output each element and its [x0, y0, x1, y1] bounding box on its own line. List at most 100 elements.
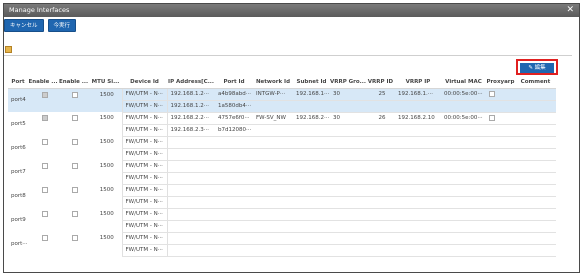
- column-header[interactable]: Device Id: [122, 76, 167, 89]
- comment-cell: [514, 160, 556, 173]
- vrrp-group-cell: [330, 136, 366, 149]
- enable-checkbox[interactable]: [72, 211, 78, 217]
- column-header[interactable]: IP Address[C...: [167, 76, 215, 89]
- comment-cell: [514, 88, 556, 101]
- proxyarp-checkbox[interactable]: [488, 90, 495, 97]
- device-id-cell: FW/UTM - N···: [121, 172, 168, 185]
- enable-checkbox[interactable]: [72, 187, 78, 193]
- vrrp-id-cell: [365, 208, 395, 221]
- vrrp-ip-cell: [394, 184, 441, 197]
- device-id-cell: FW/UTM - N···: [121, 88, 168, 101]
- column-header[interactable]: Proxyarp: [485, 76, 515, 89]
- device-id-cell: FW/UTM - N···: [121, 232, 168, 245]
- device-id-cell: FW/UTM - N···: [121, 184, 168, 197]
- ip-address-cell: 192.168.1.2···: [167, 88, 215, 101]
- enable-checkbox[interactable]: [41, 235, 48, 241]
- enable-cell: [28, 112, 58, 136]
- proxyarp-checkbox[interactable]: [488, 114, 495, 121]
- table-row[interactable]: port4 1500 FW/UTM - N··· 192.168.1.2··· a4b9…: [8, 88, 556, 112]
- enable-checkbox[interactable]: [72, 235, 78, 241]
- port-id-cell: [215, 208, 253, 221]
- column-header[interactable]: VRRP Gro...: [330, 76, 366, 89]
- virtual-mac-cell: [440, 160, 486, 173]
- device-id-cell: FW/UTM - N···: [121, 148, 168, 161]
- cancel-button[interactable]: キャンセル: [4, 19, 44, 32]
- enable-checkbox[interactable]: [41, 187, 48, 193]
- table-row[interactable]: port7 1500 FW/UTM - N···: [8, 160, 556, 175]
- virtual-mac-cell: [440, 232, 486, 245]
- virtual-mac-cell: [440, 148, 486, 161]
- enable-checkbox[interactable]: [41, 139, 48, 145]
- port-id-cell: [215, 148, 253, 161]
- comment-cell: [514, 208, 556, 221]
- edit-button[interactable]: ✎ 編集: [520, 63, 554, 73]
- proxyarp-cell: [485, 232, 515, 245]
- device-id-cell: FW/UTM - N···: [121, 100, 168, 113]
- close-icon[interactable]: ✕: [566, 4, 574, 17]
- vrrp-id-cell: [365, 220, 395, 233]
- vrrp-ip-cell: [394, 208, 441, 221]
- vrrp-group-cell: [330, 244, 366, 257]
- vrrp-ip-cell: [394, 232, 441, 245]
- table-row[interactable]: port5 1500 FW/UTM - N··· 192.168.2.2··· 4757…: [8, 112, 556, 127]
- column-header[interactable]: Network Id: [253, 76, 293, 89]
- enable-checkbox[interactable]: [72, 91, 78, 98]
- edit-pencil-icon[interactable]: [5, 46, 12, 53]
- vrrp-ip-cell: 192.168.1.···: [394, 88, 441, 101]
- network-id-cell: FW-SV_NW: [253, 112, 293, 125]
- vrrp-group-cell: [330, 124, 366, 137]
- enable-checkbox[interactable]: [41, 211, 48, 217]
- column-header[interactable]: Subnet Id: [293, 76, 330, 89]
- vrrp-id-cell: [365, 196, 395, 209]
- device-id-cell: FW/UTM - N···: [121, 244, 168, 257]
- interfaces-table: Port Enable ... Enable ... MTU Si... Device …: [8, 76, 556, 257]
- mtu-cell: 1500: [99, 235, 114, 241]
- proxyarp-cell: [485, 220, 515, 233]
- network-id-cell: [253, 124, 293, 137]
- vrrp-id-cell: [365, 136, 395, 149]
- vrrp-ip-cell: [394, 160, 441, 173]
- column-header[interactable]: VRRP IP: [394, 76, 441, 89]
- port-cell: port5: [11, 121, 26, 127]
- enable-cell: [28, 160, 58, 184]
- enable-cell: [28, 232, 58, 256]
- enable-checkbox[interactable]: [72, 139, 78, 145]
- port-id-cell: b7d12080···: [215, 124, 253, 137]
- vrrp-ip-cell: [394, 220, 441, 233]
- column-header[interactable]: Enable ...: [28, 76, 58, 89]
- column-header[interactable]: Port: [8, 76, 28, 89]
- enable-checkbox[interactable]: [41, 91, 48, 98]
- virtual-mac-cell: [440, 124, 486, 137]
- column-header[interactable]: Comment: [514, 76, 556, 89]
- subnet-id-cell: [293, 172, 330, 185]
- enable-checkbox[interactable]: [41, 163, 48, 169]
- table-row[interactable]: port6 1500 FW/UTM - N···: [8, 136, 556, 151]
- action-buttons: キャンセル 今実行: [4, 19, 77, 32]
- virtual-mac-cell: [440, 172, 486, 185]
- device-id-cell: FW/UTM - N···: [121, 124, 168, 137]
- enable-cell: [28, 136, 58, 160]
- subnet-id-cell: [293, 148, 330, 161]
- proxyarp-cell: [485, 196, 515, 209]
- enable-checkbox[interactable]: [72, 163, 78, 169]
- port-id-cell: [215, 232, 253, 245]
- column-header[interactable]: VRRP ID: [365, 76, 395, 89]
- enable-checkbox[interactable]: [72, 115, 78, 121]
- column-header[interactable]: Enable ...: [58, 76, 89, 89]
- ip-address-cell: [167, 160, 215, 173]
- enable-cell: [58, 136, 89, 160]
- column-header[interactable]: Virtual MAC: [440, 76, 486, 89]
- table-row[interactable]: port8 1500 FW/UTM - N···: [8, 184, 556, 199]
- port-cell: port9: [11, 217, 26, 223]
- virtual-mac-cell: 00:00:5e:00···: [440, 88, 486, 101]
- enable-checkbox[interactable]: [41, 115, 48, 121]
- vrrp-group-cell: [330, 208, 366, 221]
- column-header[interactable]: MTU Si...: [89, 76, 122, 89]
- vrrp-id-cell: [365, 100, 395, 113]
- table-row[interactable]: port9 1500 FW/UTM - N···: [8, 208, 556, 223]
- column-header[interactable]: Port Id: [215, 76, 253, 89]
- apply-button[interactable]: 今実行: [47, 19, 77, 32]
- network-id-cell: [253, 100, 293, 113]
- table-row[interactable]: port··· 1500 FW/UTM - N···: [8, 232, 556, 247]
- network-id-cell: INTGW-P···: [253, 88, 293, 101]
